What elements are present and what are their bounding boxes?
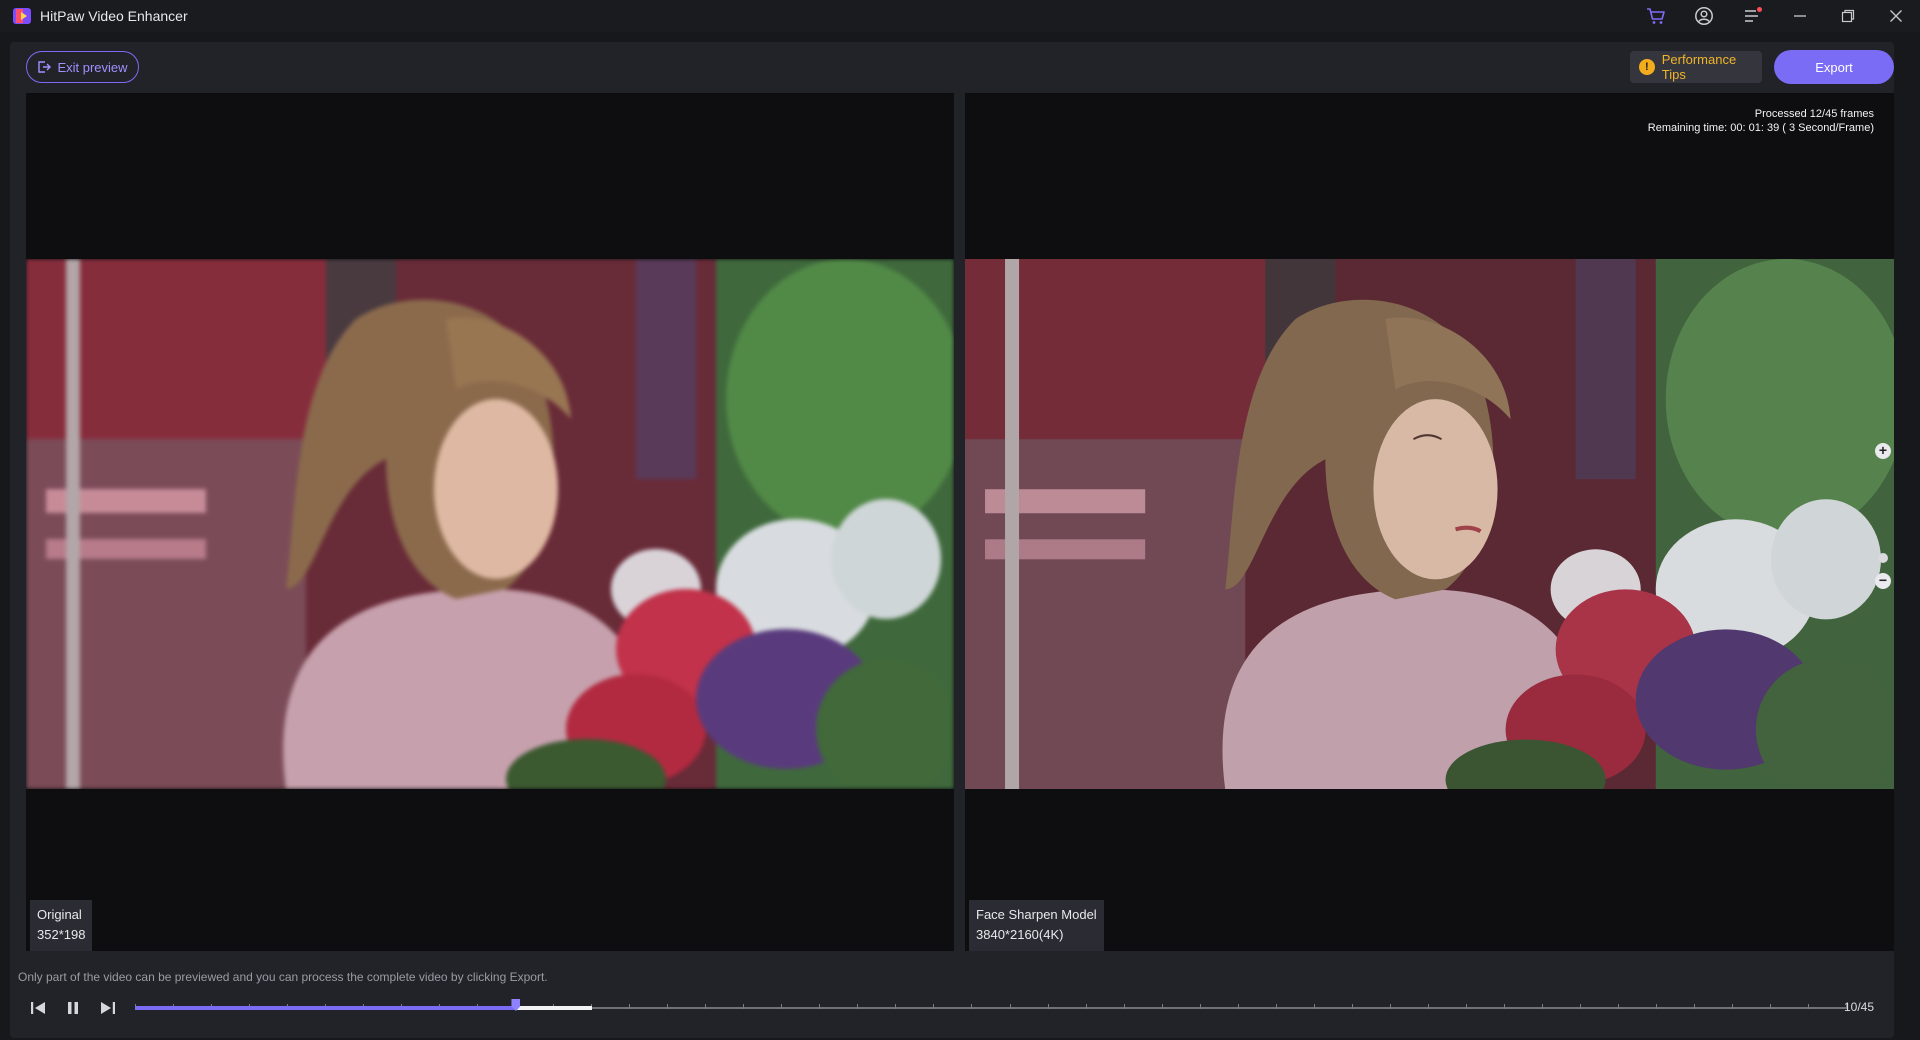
timeline-tick xyxy=(1770,1004,1771,1009)
title-bar: HitPaw Video Enhancer xyxy=(0,0,1920,32)
timeline-tick xyxy=(1504,1004,1505,1009)
video-frame-image xyxy=(965,259,1894,789)
timeline-tick xyxy=(1466,1004,1467,1009)
export-label: Export xyxy=(1815,59,1853,75)
previous-frame-button[interactable] xyxy=(26,996,50,1020)
player-bar: Only part of the video can be previewed … xyxy=(10,958,1894,1038)
timeline-tick xyxy=(1238,1004,1239,1009)
notification-dot xyxy=(1757,7,1762,12)
processed-frames-text: Processed 12/45 frames xyxy=(1754,108,1874,120)
frame-counter: 10/45 xyxy=(1843,1000,1874,1014)
skip-back-icon xyxy=(31,1002,45,1014)
processing-status: Processed 12/45 frames Remaining time: 0… xyxy=(1648,107,1874,135)
export-button[interactable]: Export xyxy=(1774,50,1894,84)
original-label: Original 352*198 xyxy=(30,900,93,951)
plus-icon: + xyxy=(1878,442,1888,458)
timeline-tick xyxy=(1010,1004,1011,1009)
timeline-tick xyxy=(743,1004,744,1009)
timeline-tick xyxy=(1086,1004,1087,1009)
pause-button[interactable] xyxy=(61,996,85,1020)
original-video-frame xyxy=(26,259,954,789)
timeline-tick xyxy=(1162,1004,1163,1009)
preview-workspace: Exit preview ! Performance Tips Export O… xyxy=(10,42,1894,1038)
performance-tips-label: Performance Tips xyxy=(1661,52,1737,82)
account-icon xyxy=(1695,7,1713,25)
enhanced-video-frame xyxy=(965,259,1894,789)
warning-icon: ! xyxy=(1639,59,1655,75)
app-logo-icon xyxy=(13,8,31,24)
timeline-tick xyxy=(1048,1004,1049,1009)
timeline-tick xyxy=(857,1004,858,1009)
timeline-tick xyxy=(629,1004,630,1009)
timeline-tick xyxy=(1276,1004,1277,1009)
preview-hint: Only part of the video can be previewed … xyxy=(18,970,548,984)
timeline-tick xyxy=(1390,1004,1391,1009)
played-segment xyxy=(135,1006,516,1010)
timeline-tick xyxy=(819,1004,820,1009)
enhanced-resolution: 3840*2160(4K) xyxy=(976,927,1064,942)
close-icon xyxy=(1890,10,1902,22)
minus-icon: − xyxy=(1878,572,1888,588)
minimize-icon xyxy=(1794,15,1806,17)
timeline-tick xyxy=(1580,1004,1581,1009)
exit-icon xyxy=(38,61,52,73)
menu-button[interactable] xyxy=(1728,0,1776,32)
next-frame-button[interactable] xyxy=(96,996,120,1020)
zoom-control: + − xyxy=(1874,443,1892,593)
timeline-tick xyxy=(895,1004,896,1009)
restore-icon xyxy=(1841,9,1855,23)
zoom-in-button[interactable]: + xyxy=(1875,443,1891,459)
timeline-tick xyxy=(1352,1004,1353,1009)
window-controls xyxy=(1632,0,1920,32)
original-resolution: 352*198 xyxy=(37,927,86,942)
original-title: Original xyxy=(37,907,82,922)
timeline-tick xyxy=(1618,1004,1619,1009)
exit-preview-label: Exit preview xyxy=(57,59,128,75)
timeline-tick xyxy=(1732,1004,1733,1009)
account-button[interactable] xyxy=(1680,0,1728,32)
timeline-tick xyxy=(933,1004,934,1009)
restore-button[interactable] xyxy=(1824,0,1872,32)
timeline-tick xyxy=(1656,1004,1657,1009)
frame-timeline[interactable] xyxy=(135,999,1847,1011)
preview-toolbar: Exit preview ! Performance Tips Export xyxy=(10,42,1894,92)
timeline-tick xyxy=(1314,1004,1315,1009)
zoom-out-button[interactable]: − xyxy=(1875,573,1891,589)
video-frame-image xyxy=(26,259,954,789)
timeline-tick xyxy=(667,1004,668,1009)
enhanced-preview-panel: Processed 12/45 frames Remaining time: 0… xyxy=(965,93,1894,951)
zoom-slider-handle[interactable] xyxy=(1878,553,1888,563)
app-title: HitPaw Video Enhancer xyxy=(40,8,188,24)
enhanced-label: Face Sharpen Model 3840*2160(4K) xyxy=(969,900,1104,951)
timeline-tick xyxy=(971,1004,972,1009)
minimize-button[interactable] xyxy=(1776,0,1824,32)
timeline-tick xyxy=(1200,1004,1201,1009)
cart-button[interactable] xyxy=(1632,0,1680,32)
close-button[interactable] xyxy=(1872,0,1920,32)
enhanced-title: Face Sharpen Model xyxy=(976,907,1097,922)
timeline-tick xyxy=(1428,1004,1429,1009)
timeline-tick xyxy=(1694,1004,1695,1009)
performance-tips-button[interactable]: ! Performance Tips xyxy=(1630,51,1762,83)
original-preview-panel: Original 352*198 xyxy=(26,93,954,951)
exit-preview-button[interactable]: Exit preview xyxy=(26,51,139,83)
timeline-tick xyxy=(705,1004,706,1009)
remaining-time-text: Remaining time: 00: 01: 39 ( 3 Second/Fr… xyxy=(1647,122,1874,134)
pause-icon xyxy=(68,1002,78,1014)
timeline-tick xyxy=(1124,1004,1125,1009)
timeline-tick xyxy=(1808,1004,1809,1009)
timeline-tick xyxy=(1542,1004,1543,1009)
cart-icon xyxy=(1647,8,1665,24)
skip-forward-icon xyxy=(101,1002,115,1014)
timeline-tick xyxy=(781,1004,782,1009)
